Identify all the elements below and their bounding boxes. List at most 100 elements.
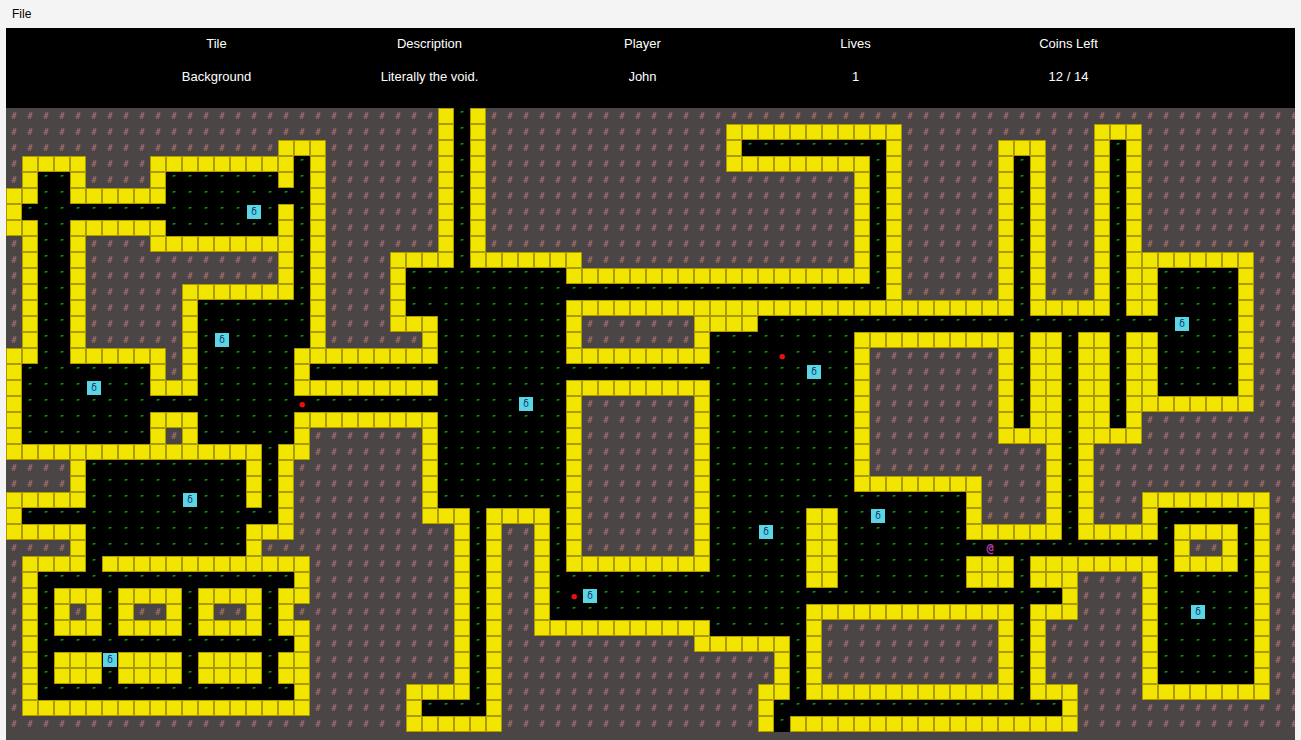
wall-tile: [854, 300, 870, 316]
void-tile: #: [374, 108, 390, 124]
menu-item[interactable]: File: [10, 6, 33, 22]
floor-tile: ″: [246, 396, 262, 412]
void-tile: #: [406, 332, 422, 348]
void-tile: #: [886, 108, 902, 124]
void-tile: #: [166, 332, 182, 348]
void-tile: #: [902, 396, 918, 412]
void-tile: #: [1254, 412, 1270, 428]
void-tile: #: [1222, 156, 1238, 172]
floor-tile: ″: [742, 444, 758, 460]
floor-tile: ″: [1014, 188, 1030, 204]
void-tile: #: [822, 172, 838, 188]
void-tile: #: [774, 236, 790, 252]
coin-tile: δ: [214, 332, 230, 348]
floor-tile: ″: [1110, 204, 1126, 220]
void-tile: #: [374, 444, 390, 460]
void-tile: #: [358, 300, 374, 316]
floor-tile: ″: [838, 316, 854, 332]
floor-tile: ″: [710, 364, 726, 380]
floor-tile: ″: [550, 396, 566, 412]
void-tile: #: [582, 156, 598, 172]
floor-tile: ″: [214, 348, 230, 364]
floor-tile: ″: [86, 364, 102, 380]
void-tile: #: [918, 236, 934, 252]
void-tile: #: [1270, 460, 1286, 476]
floor-tile: ″: [758, 364, 774, 380]
wall-tile: [390, 252, 406, 268]
floor-tile: ″: [438, 364, 454, 380]
floor-tile: ″: [102, 364, 118, 380]
wall-tile: [438, 188, 454, 204]
floor-tile: ″: [262, 428, 278, 444]
floor-tile: ″: [54, 220, 70, 236]
wall-tile: [1110, 428, 1126, 444]
floor-tile: ″: [422, 396, 438, 412]
floor-tile: ″: [742, 348, 758, 364]
floor-tile: ″: [230, 300, 246, 316]
floor-tile: ″: [54, 188, 70, 204]
void-tile: #: [630, 188, 646, 204]
floor-tile: ″: [230, 332, 246, 348]
floor-tile: ″: [1158, 316, 1174, 332]
void-tile: #: [342, 124, 358, 140]
floor-tile: ″: [1158, 332, 1174, 348]
floor-tile: ″: [726, 364, 742, 380]
void-tile: #: [374, 156, 390, 172]
void-tile: #: [646, 252, 662, 268]
wall-tile: [1158, 396, 1174, 412]
void-tile: #: [934, 204, 950, 220]
void-tile: #: [310, 476, 326, 492]
void-tile: #: [902, 268, 918, 284]
void-tile: #: [1206, 460, 1222, 476]
wall-tile: [614, 348, 630, 364]
floor-tile: ″: [1206, 348, 1222, 364]
void-tile: #: [630, 444, 646, 460]
floor-tile: ″: [454, 300, 470, 316]
floor-tile: ″: [518, 268, 534, 284]
info-value: 12 / 14: [1049, 69, 1089, 85]
void-tile: #: [262, 124, 278, 140]
void-tile: #: [1030, 124, 1046, 140]
void-tile: #: [934, 428, 950, 444]
void-tile: #: [1190, 428, 1206, 444]
void-tile: #: [358, 268, 374, 284]
void-tile: #: [342, 460, 358, 476]
void-tile: #: [150, 140, 166, 156]
void-tile: #: [1238, 476, 1254, 492]
void-tile: #: [934, 108, 950, 124]
void-tile: #: [198, 124, 214, 140]
floor-tile: ″: [774, 412, 790, 428]
void-tile: #: [1286, 236, 1295, 252]
wall-tile: [470, 220, 486, 236]
floor-tile: ″: [182, 220, 198, 236]
void-tile: #: [102, 316, 118, 332]
void-tile: #: [534, 108, 550, 124]
wall-tile: [598, 380, 614, 396]
void-tile: #: [326, 252, 342, 268]
floor-tile: ″: [806, 140, 822, 156]
void-tile: #: [246, 108, 262, 124]
void-tile: #: [1174, 444, 1190, 460]
void-tile: #: [1286, 252, 1295, 268]
void-tile: #: [486, 140, 502, 156]
void-tile: #: [662, 204, 678, 220]
void-tile: #: [630, 396, 646, 412]
floor-tile: ″: [1014, 396, 1030, 412]
floor-tile: ″: [1174, 348, 1190, 364]
void-tile: #: [1142, 220, 1158, 236]
floor-tile: ″: [1014, 156, 1030, 172]
floor-tile: ″: [150, 476, 166, 492]
floor-tile: ″: [230, 348, 246, 364]
wall-tile: [1046, 396, 1062, 412]
wall-tile: [886, 236, 902, 252]
void-tile: #: [982, 284, 998, 300]
floor-tile: ″: [230, 220, 246, 236]
void-tile: #: [758, 252, 774, 268]
wall-tile: [646, 380, 662, 396]
void-tile: #: [214, 268, 230, 284]
wall-tile: [646, 348, 662, 364]
floor-tile: ″: [1014, 268, 1030, 284]
void-tile: #: [598, 124, 614, 140]
wall-tile: [1126, 124, 1142, 140]
void-tile: #: [582, 316, 598, 332]
